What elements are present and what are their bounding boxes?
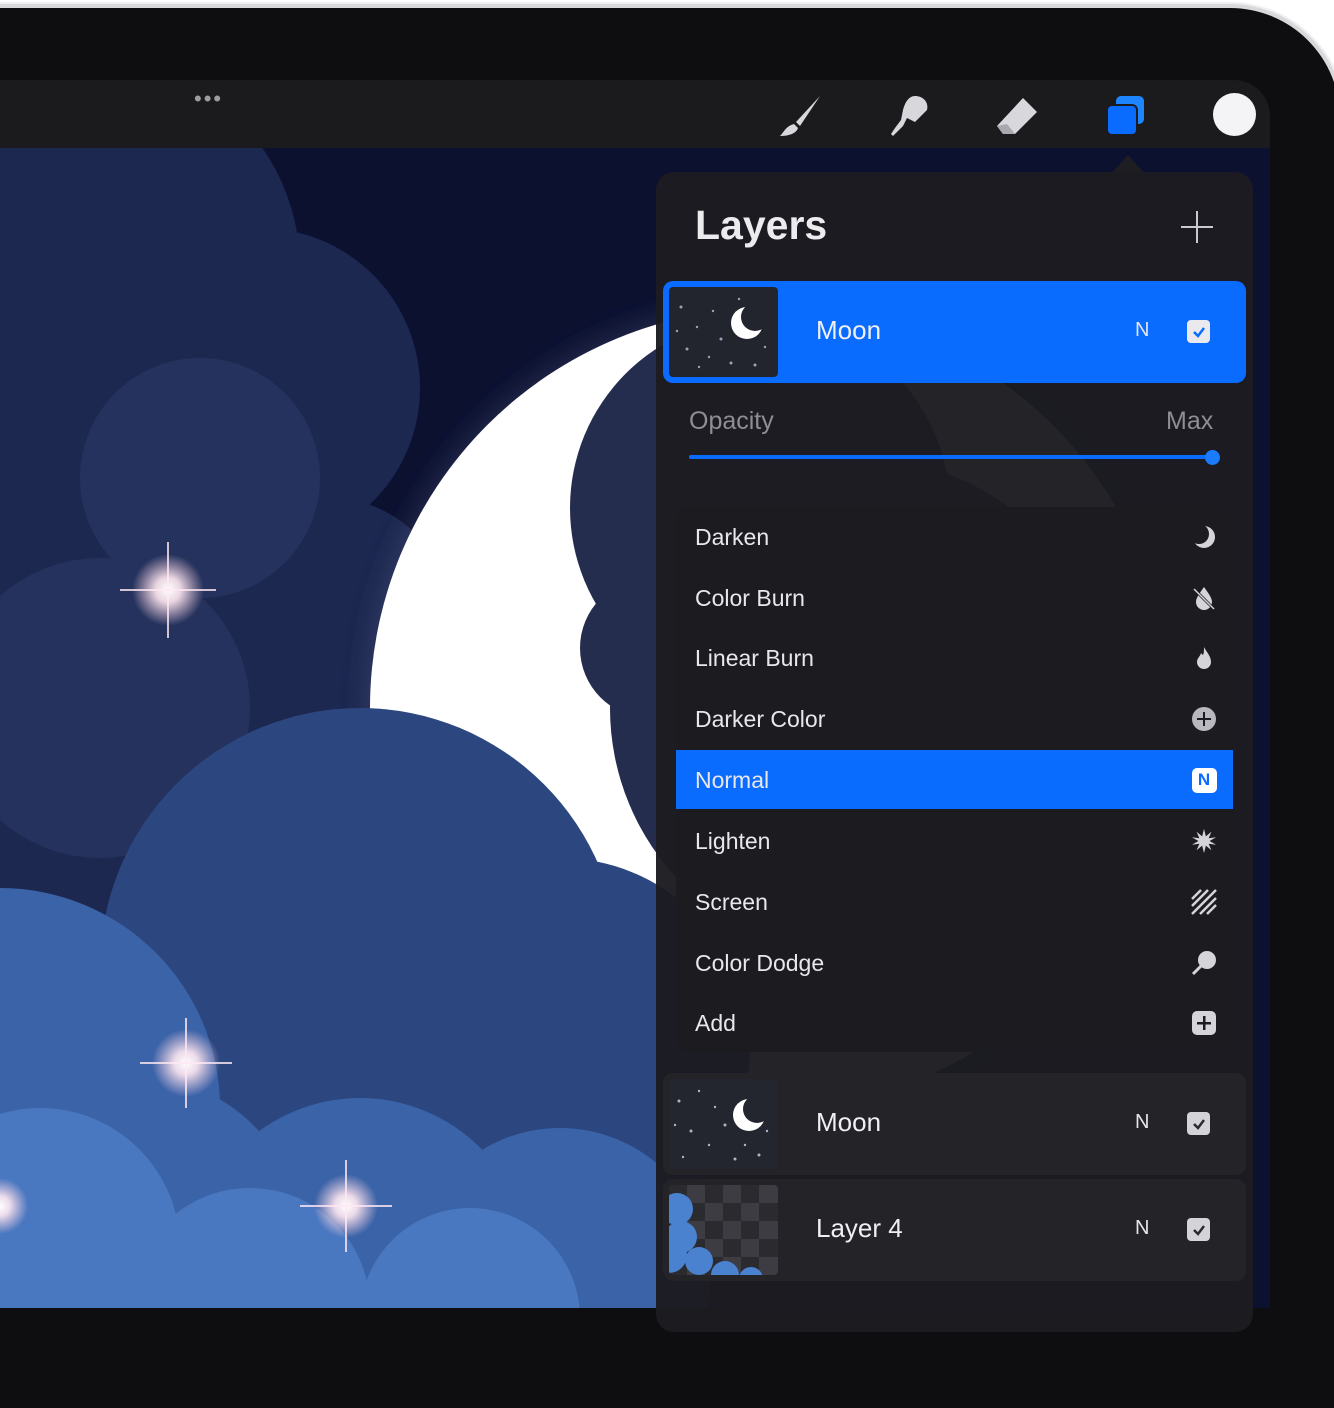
blend-mode-label: Color Burn bbox=[695, 585, 805, 611]
more-icon[interactable]: ••• bbox=[194, 88, 223, 110]
blend-mode-darker-color[interactable]: Darker Color bbox=[676, 689, 1233, 748]
smudge-icon[interactable] bbox=[885, 92, 933, 140]
blend-mode-screen[interactable]: Screen bbox=[676, 872, 1233, 931]
opacity-value: Max bbox=[1166, 407, 1214, 435]
layer-blend-mode[interactable]: N bbox=[1135, 319, 1149, 342]
layer-blend-mode[interactable]: N bbox=[1135, 1111, 1149, 1134]
layer-thumbnail bbox=[669, 1185, 778, 1275]
dodge-icon bbox=[1191, 950, 1217, 976]
blend-mode-label: Add bbox=[695, 1010, 736, 1036]
sunburst-icon bbox=[1191, 828, 1217, 854]
layer-visibility-checkbox[interactable] bbox=[1187, 1218, 1210, 1241]
blend-mode-normal[interactable]: Normal N bbox=[676, 750, 1233, 809]
blend-mode-label: Linear Burn bbox=[695, 645, 814, 671]
blend-mode-color-dodge[interactable]: Color Dodge bbox=[676, 933, 1233, 992]
blend-mode-label: Color Dodge bbox=[695, 950, 825, 976]
blend-mode-label: Darker Color bbox=[695, 706, 826, 732]
top-toolbar bbox=[0, 80, 1270, 148]
blend-mode-label: Normal bbox=[695, 767, 770, 793]
blend-mode-add[interactable]: Add bbox=[676, 993, 1233, 1052]
blend-mode-list: Darken Color Burn Linear Burn Darker Col… bbox=[676, 507, 1233, 1052]
n-badge-letter: N bbox=[1191, 767, 1217, 793]
layer-row[interactable]: Moon N bbox=[663, 1073, 1246, 1175]
plus-icon[interactable] bbox=[1178, 208, 1216, 246]
blend-mode-linear-burn[interactable]: Linear Burn bbox=[676, 628, 1233, 687]
hatch-icon bbox=[1191, 889, 1217, 915]
panel-title: Layers bbox=[695, 202, 828, 248]
layer-name: Moon bbox=[816, 315, 882, 345]
layers-icon[interactable] bbox=[1102, 92, 1150, 140]
popover-arrow bbox=[1112, 155, 1144, 173]
n-badge-icon: N bbox=[1191, 767, 1217, 793]
blend-mode-label: Screen bbox=[695, 889, 768, 915]
opacity-slider-handle[interactable] bbox=[1205, 450, 1220, 465]
blend-mode-label: Darken bbox=[695, 524, 770, 550]
burn-drop-icon bbox=[1191, 585, 1217, 611]
blend-mode-darken[interactable]: Darken bbox=[676, 507, 1233, 566]
checkmark-icon bbox=[1192, 1224, 1205, 1236]
blend-mode-color-burn[interactable]: Color Burn bbox=[676, 568, 1233, 627]
blend-mode-label: Lighten bbox=[695, 828, 771, 854]
checkmark-icon bbox=[1192, 326, 1205, 338]
opacity-slider-track[interactable] bbox=[689, 455, 1215, 459]
crescent-icon bbox=[1191, 524, 1217, 550]
opacity-label: Opacity bbox=[689, 407, 774, 435]
layer-visibility-checkbox[interactable] bbox=[1187, 1112, 1210, 1135]
brush-icon[interactable] bbox=[776, 92, 824, 140]
layer-thumbnail bbox=[669, 287, 778, 377]
layer-row-active[interactable]: Moon N bbox=[663, 281, 1246, 383]
layer-blend-mode[interactable]: N bbox=[1135, 1217, 1149, 1240]
flame-icon bbox=[1191, 645, 1217, 671]
layer-row[interactable]: Layer 4 N bbox=[663, 1179, 1246, 1281]
layer-visibility-checkbox[interactable] bbox=[1187, 320, 1210, 343]
eraser-icon[interactable] bbox=[993, 92, 1041, 140]
blend-mode-lighten[interactable]: Lighten bbox=[676, 811, 1233, 870]
layer-name: Layer 4 bbox=[816, 1213, 903, 1243]
checkmark-icon bbox=[1192, 1118, 1205, 1130]
layer-thumbnail bbox=[669, 1079, 778, 1169]
plus-circle-icon bbox=[1191, 706, 1217, 732]
plus-square-icon bbox=[1191, 1010, 1217, 1036]
layer-name: Moon bbox=[816, 1107, 882, 1137]
color-swatch[interactable] bbox=[1213, 93, 1256, 136]
